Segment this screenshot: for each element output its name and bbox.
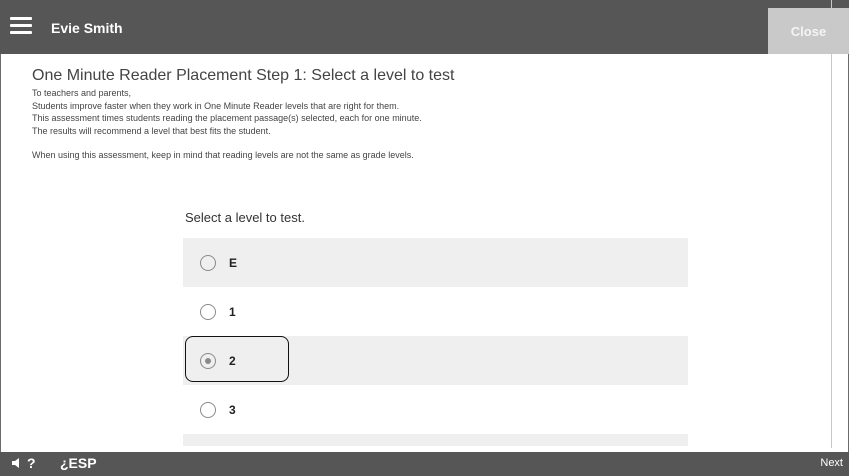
speaker-icon	[12, 458, 19, 468]
radio-unchecked-icon[interactable]	[200, 303, 216, 320]
radio-checked-icon[interactable]	[200, 352, 216, 369]
level-option-label: 2	[229, 353, 236, 368]
next-button[interactable]: Next	[820, 457, 843, 469]
reading-level-note: When using this assessment, keep in mind…	[32, 150, 414, 160]
spanish-language-button[interactable]: ¿ESP	[60, 455, 97, 471]
level-option-1[interactable]: 1	[183, 287, 688, 336]
level-option-e[interactable]: E	[183, 238, 688, 287]
level-option-2[interactable]: 2	[183, 336, 688, 385]
level-option-label: E	[229, 255, 238, 270]
radio-unchecked-icon[interactable]	[200, 401, 216, 418]
intro-line: The results will recommend a level that …	[32, 125, 271, 136]
intro-line: To teachers and parents,	[32, 88, 132, 98]
page-title: One Minute Reader Placement Step 1: Sele…	[32, 67, 455, 84]
audio-help-button[interactable]: ?	[11, 455, 36, 471]
level-select-prompt: Select a level to test.	[185, 210, 305, 225]
level-option-label: 3	[229, 402, 236, 417]
intro-line: Students improve faster when they work i…	[32, 100, 400, 111]
level-option-3[interactable]: 3	[183, 385, 688, 434]
level-option-partial	[183, 434, 688, 446]
audio-help-label: ?	[27, 455, 36, 471]
bottom-bar: ? ¿ESP Next	[0, 452, 849, 476]
intro-line: This assessment times students reading t…	[32, 113, 422, 123]
level-options-list: E 1 2 3	[183, 238, 688, 446]
radio-unchecked-icon[interactable]	[200, 254, 216, 271]
level-option-label: 1	[229, 304, 236, 319]
intro-text: To teachers and parents, Students improv…	[32, 87, 822, 162]
